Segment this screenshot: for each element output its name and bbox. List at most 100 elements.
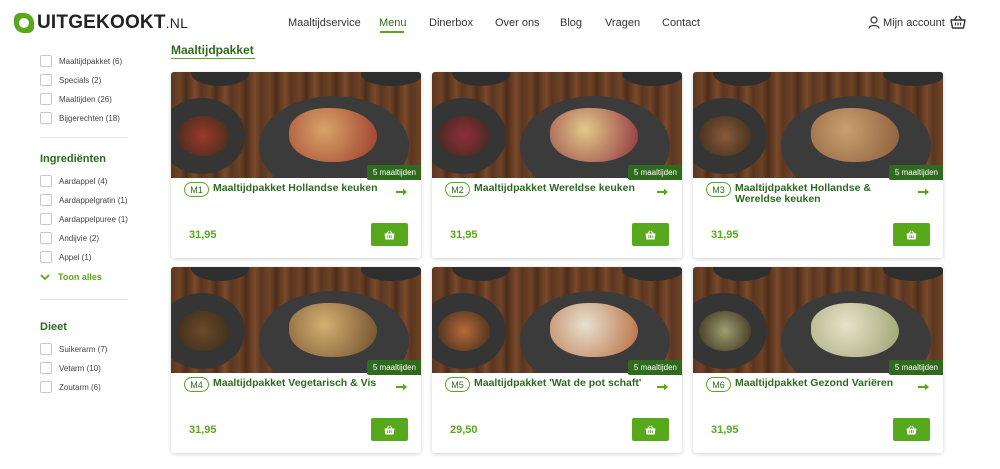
bowl-shape [713, 267, 771, 281]
product-card-m3[interactable]: 5 maaltijden M3 Maaltijdpakket Hollandse… [693, 72, 943, 258]
nav-item-menu[interactable]: Menu [379, 17, 407, 29]
product-code: M6 [706, 377, 731, 392]
checkbox[interactable] [40, 213, 52, 225]
product-code: M1 [184, 182, 209, 197]
food-shape [811, 303, 899, 357]
food-shape [699, 116, 751, 156]
product-image [693, 72, 943, 178]
add-to-cart-button[interactable] [371, 418, 408, 441]
filter-ingredient-aardappel[interactable]: Aardappel (4) [40, 175, 107, 187]
filter-label: Zoutarm (6) [59, 382, 101, 392]
cart-button[interactable] [950, 15, 966, 34]
arrow-right-icon[interactable] [657, 188, 669, 196]
add-to-cart-button[interactable] [632, 223, 669, 246]
meal-count-badge: 5 maaltijden [627, 165, 682, 180]
filter-category-bijgerechten[interactable]: Bijgerechten (18) [40, 112, 120, 124]
product-code: M3 [706, 182, 731, 197]
filter-category-specials[interactable]: Specials (2) [40, 74, 101, 86]
food-shape [811, 108, 899, 162]
food-shape [177, 116, 229, 156]
checkbox[interactable] [40, 251, 52, 263]
food-shape [550, 303, 638, 357]
checkbox[interactable] [40, 381, 52, 393]
product-card-m5[interactable]: 5 maaltijden M5 Maaltijdpakket 'Wat de p… [432, 267, 682, 453]
product-card-m4[interactable]: 5 maaltijden M4 Maaltijdpakket Vegetaris… [171, 267, 421, 453]
nav-item-blog[interactable]: Blog [560, 17, 582, 29]
product-card-m6[interactable]: 5 maaltijden M6 Maaltijdpakket Gezond Va… [693, 267, 943, 453]
product-title[interactable]: Maaltijdpakket Wereldse keuken [474, 183, 649, 194]
section-title-underline [171, 58, 255, 59]
checkbox[interactable] [40, 93, 52, 105]
main-nav: Maaltijdservice Menu Dinerbox Over ons B… [0, 17, 1000, 37]
nav-item-maaltijdservice[interactable]: Maaltijdservice [288, 17, 361, 29]
product-code: M5 [445, 377, 470, 392]
product-title[interactable]: Maaltijdpakket Hollandse keuken [213, 183, 388, 194]
filter-ingredient-aardappelgratin[interactable]: Aardappelgratin (1) [40, 194, 127, 206]
product-price: 31,95 [711, 229, 739, 241]
filter-category-maaltijdpakket[interactable]: Maaltijdpakket (6) [40, 55, 122, 67]
account-link[interactable]: Mijn account [868, 16, 945, 29]
product-title[interactable]: Maaltijdpakket Vegetarisch & Vis [213, 378, 388, 389]
bowl-shape [622, 72, 682, 86]
basket-icon [950, 15, 966, 29]
nav-item-over-ons[interactable]: Over ons [495, 17, 540, 29]
basket-icon [906, 229, 917, 239]
food-shape [438, 116, 490, 156]
product-code: M4 [184, 377, 209, 392]
product-card-m1[interactable]: 5 maaltijden M1 Maaltijdpakket Hollandse… [171, 72, 421, 258]
checkbox[interactable] [40, 362, 52, 374]
filter-diet-suikerarm[interactable]: Suikerarm (7) [40, 343, 107, 355]
nav-item-vragen[interactable]: Vragen [605, 17, 640, 29]
add-to-cart-button[interactable] [893, 223, 930, 246]
filter-ingredient-appel[interactable]: Appel (1) [40, 251, 91, 263]
arrow-right-icon[interactable] [396, 188, 408, 196]
bowl-shape [191, 267, 249, 281]
meal-count-badge: 5 maaltijden [627, 360, 682, 375]
bowl-shape [452, 72, 510, 86]
add-to-cart-button[interactable] [893, 418, 930, 441]
arrow-right-icon[interactable] [918, 188, 930, 196]
checkbox[interactable] [40, 232, 52, 244]
filter-ingredient-andijvie[interactable]: Andijvie (2) [40, 232, 99, 244]
filter-label: Maaltijdpakket (6) [59, 56, 123, 66]
checkbox[interactable] [40, 55, 52, 67]
filter-diet-zoutarm[interactable]: Zoutarm (6) [40, 381, 101, 393]
product-image [432, 267, 682, 373]
product-code: M2 [445, 182, 470, 197]
ingredients-heading: Ingrediënten [40, 153, 107, 165]
filter-category-maaltijden[interactable]: Maaltijden (26) [40, 93, 112, 105]
add-to-cart-button[interactable] [632, 418, 669, 441]
basket-icon [645, 424, 656, 434]
show-all-link[interactable]: Toon alles [40, 272, 102, 282]
nav-item-dinerbox[interactable]: Dinerbox [429, 17, 473, 29]
arrow-right-icon[interactable] [657, 383, 669, 391]
product-title[interactable]: Maaltijdpakket Hollandse & Wereldse keuk… [735, 183, 910, 205]
filter-label: Aardappel (4) [59, 176, 108, 186]
food-shape [289, 108, 377, 162]
product-title[interactable]: Maaltijdpakket Gezond Variëren [735, 378, 910, 389]
bowl-shape [191, 72, 249, 86]
checkbox[interactable] [40, 112, 52, 124]
checkbox[interactable] [40, 194, 52, 206]
food-shape [438, 311, 490, 351]
arrow-right-icon[interactable] [918, 383, 930, 391]
checkbox[interactable] [40, 74, 52, 86]
product-card-m2[interactable]: 5 maaltijden M2 Maaltijdpakket Wereldse … [432, 72, 682, 258]
checkbox[interactable] [40, 175, 52, 187]
filter-ingredient-aardappelpuree[interactable]: Aardappelpuree (1) [40, 213, 128, 225]
bowl-shape [622, 267, 682, 281]
section-title: Maaltijdpakket [171, 43, 254, 57]
filter-label: Aardappelgratin (1) [59, 195, 128, 205]
diet-heading: Dieet [40, 321, 67, 333]
checkbox[interactable] [40, 343, 52, 355]
product-price: 31,95 [189, 424, 217, 436]
filter-diet-vetarm[interactable]: Vetarm (10) [40, 362, 101, 374]
food-shape [289, 303, 377, 357]
add-to-cart-button[interactable] [371, 223, 408, 246]
arrow-right-icon[interactable] [396, 383, 408, 391]
nav-item-contact[interactable]: Contact [662, 17, 700, 29]
filter-label: Suikerarm (7) [59, 344, 108, 354]
meal-count-badge: 5 maaltijden [366, 360, 421, 375]
sidebar-divider [40, 137, 128, 138]
product-title[interactable]: Maaltijdpakket 'Wat de pot schaft' [474, 378, 649, 389]
